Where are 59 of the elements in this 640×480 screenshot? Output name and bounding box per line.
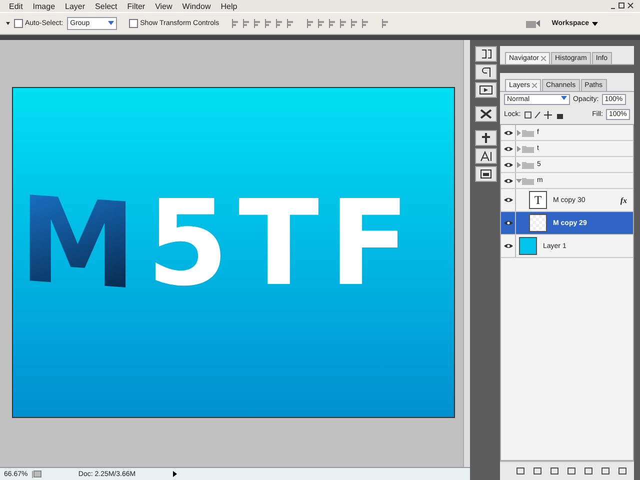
align-icon[interactable] — [306, 19, 314, 28]
caret-icon[interactable] — [6, 22, 10, 26]
collapsed-triangle-icon[interactable] — [516, 162, 522, 168]
menu-item[interactable]: Select — [95, 2, 118, 11]
eye-icon[interactable] — [504, 130, 512, 136]
canvas-letter: F — [329, 184, 410, 302]
menu-item[interactable]: Filter — [127, 2, 146, 11]
eye-icon[interactable] — [504, 146, 512, 152]
layer-thumbnail — [529, 214, 547, 232]
eye-icon[interactable] — [504, 243, 512, 249]
align-icon[interactable] — [264, 19, 272, 28]
menu-item[interactable]: Image — [32, 2, 56, 11]
caret-icon — [108, 21, 114, 26]
effects-badge[interactable]: fx — [620, 196, 627, 204]
align-icon[interactable] — [350, 19, 358, 28]
align-icon[interactable] — [361, 19, 370, 28]
checkbox[interactable] — [14, 19, 23, 28]
align-icon[interactable] — [286, 19, 294, 28]
align-icon[interactable] — [275, 19, 284, 28]
eye-icon[interactable] — [504, 197, 512, 203]
menu-item[interactable]: Edit — [9, 2, 23, 11]
close-icon[interactable] — [540, 56, 546, 61]
paragraph-icon[interactable] — [475, 64, 497, 80]
menu-item[interactable]: Window — [182, 2, 211, 11]
canvas-letter: T — [238, 184, 320, 302]
lock-icons[interactable] — [524, 110, 564, 118]
eye-icon[interactable] — [504, 220, 512, 226]
expanded-triangle-icon[interactable] — [516, 178, 522, 184]
caret-icon — [561, 96, 567, 101]
close-icon[interactable] — [532, 83, 538, 88]
align-icon[interactable] — [253, 19, 262, 28]
align-icon[interactable] — [328, 19, 336, 28]
history-icon[interactable] — [475, 46, 497, 62]
canvas-letter: 5 — [146, 184, 229, 302]
align-icon[interactable] — [242, 19, 250, 28]
layer-thumbnail: T — [529, 191, 547, 209]
align-icon[interactable] — [339, 19, 348, 28]
clone-source-icon[interactable] — [475, 130, 497, 146]
menu-item[interactable]: View — [155, 2, 172, 11]
collapsed-triangle-icon[interactable] — [516, 130, 522, 136]
play-icon[interactable] — [171, 470, 179, 478]
info-icon[interactable] — [33, 470, 43, 478]
align-icon[interactable] — [317, 19, 326, 28]
scrollbar[interactable] — [463, 40, 470, 467]
window-controls-icon[interactable] — [610, 2, 634, 10]
align-icon[interactable] — [381, 19, 390, 28]
menu-item[interactable]: Layer — [65, 2, 86, 11]
menu-item[interactable]: Help — [220, 2, 238, 11]
eye-icon[interactable] — [504, 178, 512, 184]
caret-icon — [592, 22, 598, 26]
eye-icon[interactable] — [504, 162, 512, 168]
tool-presets-icon[interactable] — [475, 106, 497, 122]
checkbox[interactable] — [129, 19, 138, 28]
actions-icon[interactable] — [475, 82, 497, 98]
collapsed-triangle-icon[interactable] — [516, 146, 522, 152]
character-icon[interactable] — [475, 148, 497, 164]
layer-comps-icon[interactable] — [475, 166, 497, 182]
align-icon[interactable] — [231, 19, 240, 28]
workspace-icon[interactable] — [526, 19, 540, 28]
